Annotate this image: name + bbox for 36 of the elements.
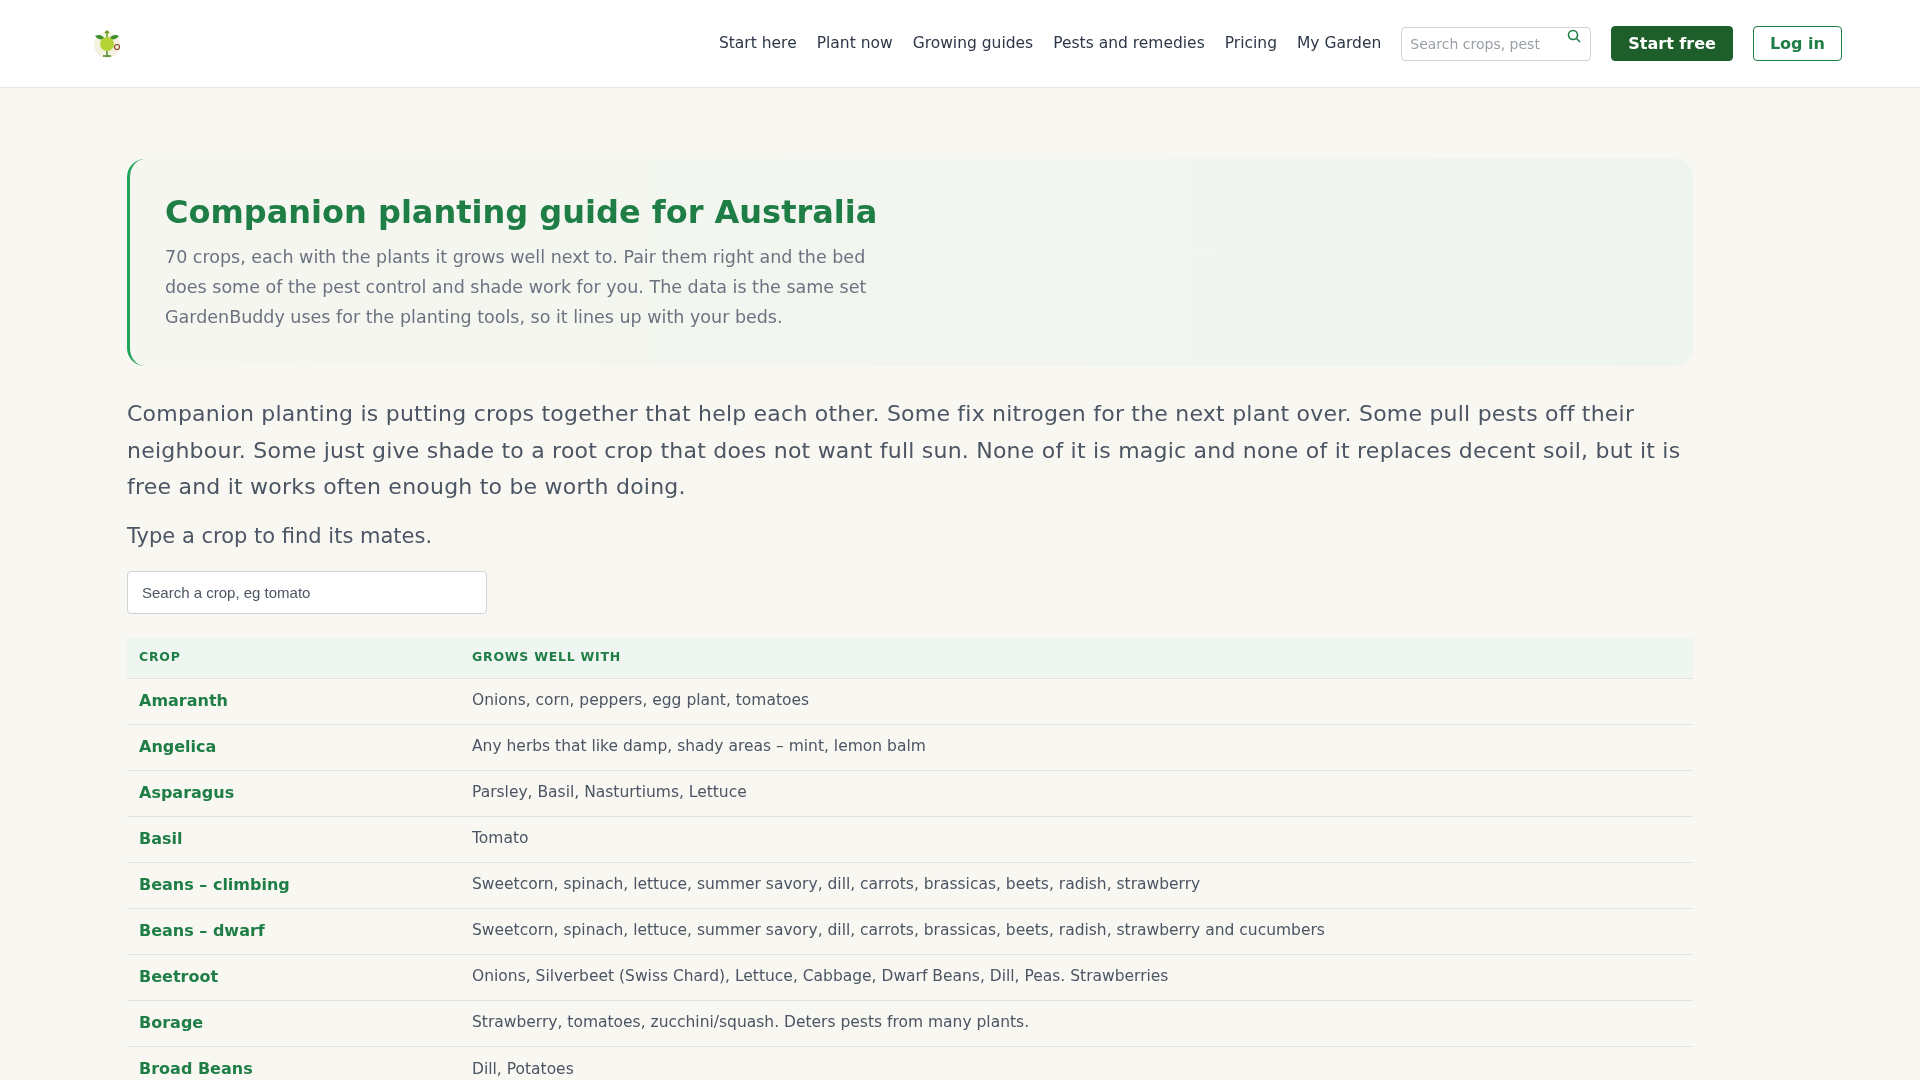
crop-name: Angelica [127, 724, 460, 770]
nav-link[interactable]: My Garden [1297, 31, 1382, 56]
companion-plants: Sweetcorn, spinach, lettuce, summer savory, dill, carrots, brassicas, beets, radish, strawberry and cucumbers [460, 908, 1693, 954]
site-search-field[interactable]: Search crops, pest [1401, 26, 1592, 61]
logo-icon[interactable] [92, 28, 122, 59]
crop-name: Asparagus [127, 770, 460, 816]
companion-plants: Onions, corn, peppers, egg plant, tomatoes [460, 678, 1693, 724]
crop-search-field[interactable]: Search a crop, eg tomato [127, 571, 487, 614]
crop-name: Basil [127, 816, 460, 862]
hero-description: 70 crops, each with the plants it grows well next to. Pair them right and the bed does some of the pest control and shade work for you. The data is the same set GardenBuddy uses for the planting tools, so it lines up with your beds. [165, 246, 868, 329]
column-header: GROWS WELL WITH [460, 638, 1693, 678]
companion-plants: Onions, Silverbeet (Swiss Chard), Lettuce, Cabbage, Dwarf Beans, Dill, Peas. Strawberries [460, 954, 1693, 1000]
search-prompt: Type a crop to find its mates. [127, 522, 434, 550]
nav-link[interactable]: Growing guides [912, 31, 1034, 56]
log-in-button[interactable]: Log in [1752, 26, 1842, 61]
nav-link[interactable]: Pests and remedies [1053, 31, 1205, 56]
crop-name: Beans – dwarf [127, 908, 460, 954]
crop-name: Broad Beans [127, 1046, 460, 1080]
companion-plants: Any herbs that like damp, shady areas – mint, lemon balm [460, 724, 1693, 770]
crop-name: Borage [127, 1000, 460, 1046]
companion-plants: Dill, Potatoes [460, 1046, 1693, 1080]
companion-plants: Parsley, Basil, Nasturtiums, Lettuce [460, 770, 1693, 816]
companion-plants: Strawberry, tomatoes, zucchini/squash. Deters pests from many plants. [460, 1000, 1693, 1046]
intro-paragraph: Companion planting is putting crops together that help each other. Some fix nitrogen for the next plant over. Some pull pests off their neighbour. Some just give shade to a root crop that does not want full sun. None of it is magic and none of it replaces decent soil, but it is free and it works often enough to be worth doing. [127, 400, 1682, 501]
crop-name: Amaranth [127, 678, 460, 724]
companion-plants: Sweetcorn, spinach, lettuce, summer savory, dill, carrots, brassicas, beets, radish, strawberry [460, 862, 1693, 908]
nav-link[interactable]: Pricing [1224, 31, 1277, 56]
start-free-button[interactable]: Start free [1611, 26, 1733, 61]
page-title: Companion planting guide for Australia [165, 192, 879, 233]
crop-name: Beetroot [127, 954, 460, 1000]
nav-link[interactable]: Start here [718, 31, 797, 56]
search-icon[interactable] [1567, 28, 1582, 43]
crop-name: Beans – climbing [127, 862, 460, 908]
companion-plants: Tomato [460, 816, 1693, 862]
nav-link[interactable]: Plant now [816, 31, 893, 56]
column-header: CROP [127, 638, 460, 678]
